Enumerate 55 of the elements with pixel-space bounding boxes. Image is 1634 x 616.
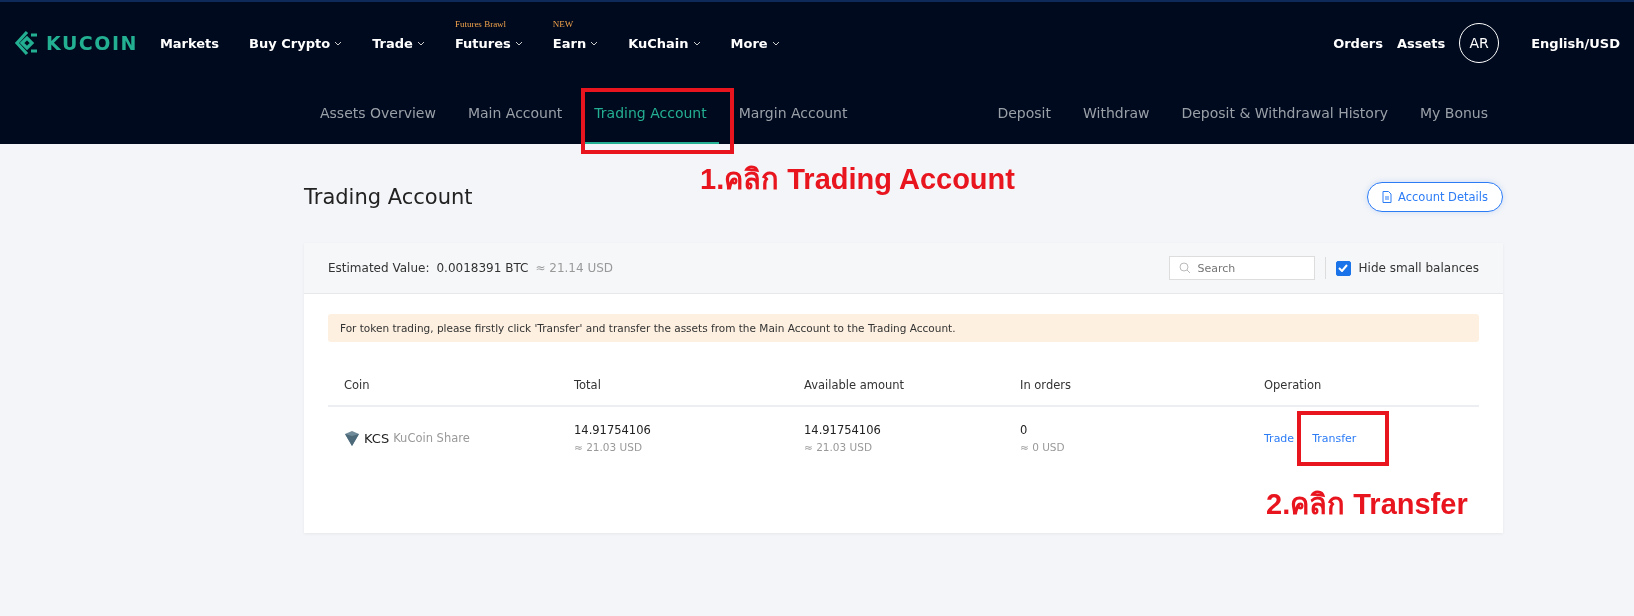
notice-text: For token trading, please firstly click 'Transfer' and transfer the assets from the Main Account to the Trading Account. bbox=[340, 322, 956, 334]
coin-name: KuCoin Share bbox=[393, 431, 470, 445]
logo-icon bbox=[14, 30, 40, 56]
account-details-button[interactable]: Account Details bbox=[1367, 181, 1503, 212]
estimated-value-label: Estimated Value: bbox=[328, 261, 430, 275]
nav-link[interactable]: More bbox=[730, 35, 780, 51]
table-cell-text: ≈ 21.03 USD bbox=[574, 441, 643, 453]
gem-icon bbox=[344, 429, 360, 447]
chevron-down-icon bbox=[771, 40, 780, 46]
column-header: Coin bbox=[344, 377, 371, 392]
table-cell-text: ≈ 0 USD bbox=[1020, 441, 1066, 453]
chevron-down-icon bbox=[416, 40, 425, 46]
account-tab[interactable]: Assets Overview bbox=[308, 84, 448, 144]
column-header: Available amount bbox=[804, 377, 906, 392]
column-header: In orders bbox=[1020, 377, 1072, 392]
table-cell-text: 0 bbox=[1020, 423, 1029, 437]
chevron-down-icon bbox=[334, 40, 343, 46]
annotation-text: 2.คลิก Transfer bbox=[1266, 487, 1468, 522]
chevron-down-icon bbox=[692, 40, 701, 46]
coin-symbol: KCS bbox=[364, 430, 390, 446]
subnav-link[interactable]: Deposit & Withdrawal History bbox=[1169, 84, 1400, 144]
nav-link[interactable]: Trade bbox=[372, 35, 425, 51]
nav-link[interactable]: Markets bbox=[159, 35, 220, 51]
language-selector[interactable]: English/USD bbox=[1531, 35, 1620, 51]
table-cell-text: 14.91754106 bbox=[804, 423, 882, 437]
search-icon bbox=[1178, 262, 1191, 274]
table-cell-text: ≈ 21.03 USD bbox=[804, 441, 873, 453]
document-icon bbox=[1382, 190, 1393, 203]
nav-link[interactable]: KuChain bbox=[628, 35, 701, 51]
chevron-down-icon bbox=[514, 40, 523, 46]
action-link[interactable]: Transfer bbox=[1312, 431, 1357, 445]
estimated-usd: ≈ 21.14 USD bbox=[535, 261, 614, 275]
header-link[interactable]: Orders bbox=[1333, 35, 1383, 51]
subnav-link[interactable]: Withdraw bbox=[1070, 84, 1162, 144]
column-header: Total bbox=[574, 377, 602, 392]
checkbox[interactable] bbox=[1335, 260, 1351, 276]
table-cell-text: 14.91754106 bbox=[574, 423, 652, 437]
chevron-down-icon bbox=[590, 40, 599, 46]
column-header: Operation bbox=[1264, 377, 1323, 392]
nav-tag-label: NEW bbox=[552, 18, 574, 29]
annotation-text: 1.คลิก Trading Account bbox=[700, 162, 1015, 197]
nav-tag-label: Futures Brawl bbox=[454, 18, 507, 29]
account-tab[interactable]: Margin Account bbox=[726, 84, 860, 144]
account-tab[interactable]: Trading Account bbox=[582, 84, 719, 144]
logo-text[interactable]: KUCOIN bbox=[46, 32, 138, 54]
account-tab[interactable]: Main Account bbox=[455, 84, 575, 144]
checkbox-label: Hide small balances bbox=[1358, 261, 1479, 275]
estimated-value: 0.0018391 BTC bbox=[436, 261, 529, 275]
subnav-link[interactable]: Deposit bbox=[985, 84, 1063, 144]
subnav-link[interactable]: My Bonus bbox=[1407, 84, 1500, 144]
page-title: Trading Account bbox=[304, 184, 473, 209]
header-link[interactable]: Assets bbox=[1396, 35, 1446, 51]
search-field[interactable]: Search bbox=[1168, 256, 1315, 280]
action-link[interactable]: Trade bbox=[1264, 431, 1295, 445]
nav-link[interactable]: Buy Crypto bbox=[249, 35, 343, 51]
